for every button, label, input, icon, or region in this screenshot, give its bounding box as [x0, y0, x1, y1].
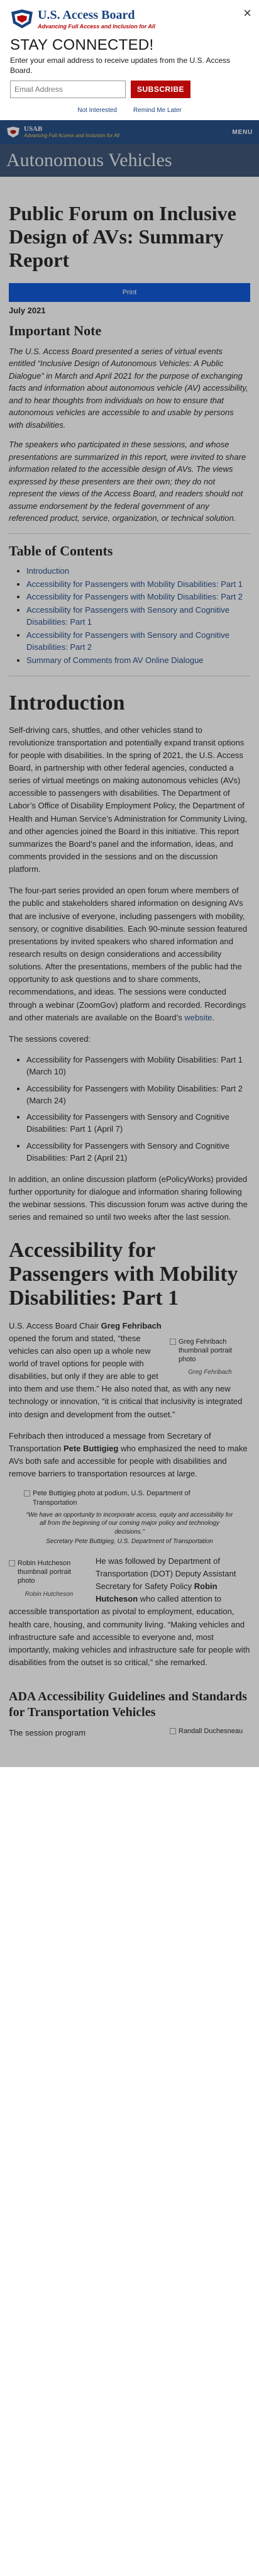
greg-fehribach-figure: Greg Fehribach thumbnail portrait photo …: [170, 1337, 250, 1376]
toc-item: Accessibility for Passengers with Mobili…: [26, 591, 250, 603]
email-input[interactable]: [10, 81, 126, 99]
page-behind-modal: USAB Advancing Full Access and Inclusion…: [0, 120, 259, 1768]
pete-buttigieg-quote: “We have an opportunity to incorporate a…: [26, 1511, 233, 1536]
intro-paragraph: Self-driving cars, shuttles, and other v…: [9, 725, 248, 874]
important-note-heading: Important Note: [9, 322, 102, 338]
signup-form: SUBSCRIBE: [10, 81, 249, 99]
remind-later-link[interactable]: Remind Me Later: [133, 107, 182, 114]
greg-fehribach-photo: Greg Fehribach thumbnail portrait photo: [170, 1337, 250, 1364]
randall-duchesneau-photo: Randall Duchesneau: [170, 1727, 250, 1736]
mobility-paragraph: Fehribach then introduced a message from…: [9, 1430, 250, 1481]
website-link[interactable]: website: [184, 1013, 212, 1022]
toc-item: Introduction: [26, 566, 250, 577]
intro-paragraph: The four-part series provided an open fo…: [9, 884, 250, 1024]
mobility-text: who called attention to accessible trans…: [9, 1594, 250, 1667]
mobility-text: U.S. Access Board Chair: [9, 1320, 101, 1330]
menu-button[interactable]: MENU: [232, 129, 253, 136]
broken-image-icon: [24, 1490, 30, 1497]
signup-brand: U.S. Access Board Advancing Full Access …: [10, 5, 249, 33]
ada-guidelines-heading: ADA Accessibility Guidelines and Standar…: [9, 1690, 247, 1720]
robin-hutcheson-alt: Robin Hutcheson thumbnail portrait photo: [18, 1559, 71, 1585]
intro-paragraph: In addition, an online discussion platfo…: [9, 1174, 248, 1222]
pete-buttigieg-attribution: Secretary Pete Buttigieg, U.S. Departmen…: [46, 1538, 213, 1546]
signup-brand-title: U.S. Access Board: [38, 8, 135, 22]
site-logo-icon[interactable]: [6, 126, 20, 138]
speaker-name: Pete Buttigieg: [63, 1443, 119, 1453]
note-paragraph: The U.S. Access Board presented a series…: [9, 346, 248, 430]
toc-heading: Table of Contents: [9, 542, 113, 559]
email-signup-modal: × U.S. Access Board Advancing Full Acces…: [0, 0, 259, 121]
sessions-list: Accessibility for Passengers with Mobili…: [9, 1054, 250, 1164]
page-title: Public Forum on Inclusive Design of AVs:…: [9, 202, 236, 271]
broken-image-icon: [170, 1728, 176, 1735]
toc-link-sensory-1[interactable]: Accessibility for Passengers with Sensor…: [26, 605, 229, 627]
important-note: Important Note The U.S. Access Board pre…: [9, 323, 250, 525]
toc-item: Accessibility for Passengers with Mobili…: [26, 579, 250, 591]
broken-image-icon: [170, 1338, 176, 1345]
pete-buttigieg-figure: Pete Buttigieg photo at podium, U.S. Dep…: [24, 1489, 235, 1546]
randall-duchesneau-figure: Randall Duchesneau: [170, 1727, 250, 1736]
signup-heading: STAY CONNECTED!: [10, 36, 154, 53]
toc-item: Accessibility for Passengers with Sensor…: [26, 605, 250, 628]
broken-image-icon: [9, 1559, 15, 1566]
toc-link-sensory-2[interactable]: Accessibility for Passengers with Sensor…: [26, 630, 229, 652]
session-item: Accessibility for Passengers with Mobili…: [26, 1083, 250, 1107]
close-icon[interactable]: ×: [243, 5, 251, 21]
toc-item: Summary of Comments from AV Online Dialo…: [26, 655, 250, 667]
table-of-contents: Table of Contents Introduction Accessibi…: [9, 543, 250, 667]
subscribe-button[interactable]: SUBSCRIBE: [131, 81, 191, 99]
print-button[interactable]: Print: [9, 282, 250, 302]
randall-duchesneau-alt: Randall Duchesneau: [179, 1727, 243, 1736]
toc-link-mobility-1[interactable]: Accessibility for Passengers with Mobili…: [26, 579, 243, 589]
access-board-logo-icon: [11, 9, 33, 28]
pete-buttigieg-photo: Pete Buttigieg photo at podium, U.S. Dep…: [24, 1489, 235, 1507]
hero-title: Autonomous Vehicles: [6, 150, 172, 171]
signup-brand-tagline: Advancing Full Access and Inclusion for …: [38, 23, 155, 30]
speaker-name: Greg Fehribach: [101, 1320, 162, 1330]
divider: [9, 533, 250, 534]
greg-fehribach-caption: Greg Fehribach: [188, 1369, 232, 1376]
report-date: July 2021: [9, 305, 46, 315]
mobility-part-1-section: Accessibility for Passengers with Mobili…: [9, 1239, 250, 1739]
introduction-section: Introduction Self-driving cars, shuttles…: [9, 691, 250, 1224]
mobility-part-1-heading: Accessibility for Passengers with Mobili…: [9, 1239, 238, 1310]
site-header: USAB Advancing Full Access and Inclusion…: [0, 120, 259, 145]
toc-item: Accessibility for Passengers with Sensor…: [26, 630, 250, 654]
signup-dismiss-links: Not Interested Remind Me Later: [10, 98, 249, 120]
pete-buttigieg-alt: Pete Buttigieg photo at podium, U.S. Dep…: [33, 1490, 190, 1507]
toc-link-online-dialogue[interactable]: Summary of Comments from AV Online Dialo…: [26, 655, 204, 665]
intro-text: .: [212, 1012, 215, 1022]
toc-link-mobility-2[interactable]: Accessibility for Passengers with Mobili…: [26, 592, 243, 601]
session-item: Accessibility for Passengers with Mobili…: [26, 1054, 250, 1078]
session-item: Accessibility for Passengers with Sensor…: [26, 1112, 250, 1135]
toc-link-introduction[interactable]: Introduction: [26, 566, 69, 576]
toc-list: Introduction Accessibility for Passenger…: [9, 566, 250, 667]
robin-hutcheson-figure: Robin Hutcheson thumbnail portrait photo…: [9, 1559, 89, 1598]
hero-banner: Autonomous Vehicles: [0, 144, 259, 177]
not-interested-link[interactable]: Not Interested: [77, 107, 117, 114]
site-logo-text: USAB: [24, 125, 43, 133]
session-item: Accessibility for Passengers with Sensor…: [26, 1140, 250, 1164]
signup-description: Enter your email address to receive upda…: [10, 56, 231, 75]
note-paragraph: The speakers who participated in these s…: [9, 440, 246, 523]
greg-fehribach-alt: Greg Fehribach thumbnail portrait photo: [179, 1337, 232, 1364]
introduction-heading: Introduction: [9, 691, 125, 715]
intro-text: The four-part series provided an open fo…: [9, 886, 248, 1022]
sessions-lead: The sessions covered:: [9, 1034, 91, 1044]
site-tagline: Advancing Full Access and Inclusion for …: [24, 133, 119, 139]
robin-hutcheson-photo: Robin Hutcheson thumbnail portrait photo: [9, 1559, 89, 1586]
main-content: Public Forum on Inclusive Design of AVs:…: [0, 177, 259, 1767]
robin-hutcheson-caption: Robin Hutcheson: [25, 1590, 74, 1598]
